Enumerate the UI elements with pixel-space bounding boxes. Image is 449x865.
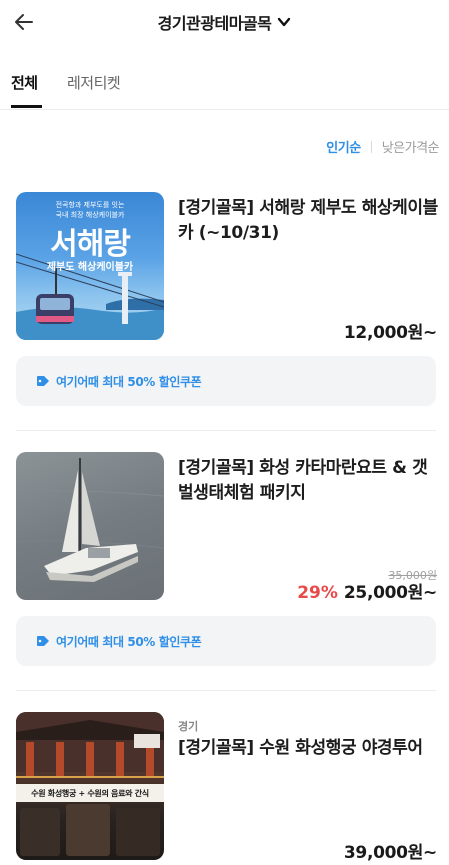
coupon-banner[interactable]: 여기어때 최대 50% 할인쿠폰 [16, 616, 436, 666]
product-price: 25,000원~ [343, 583, 437, 603]
product-title[interactable]: [경기골목] 수원 화성행궁 야경투어 [178, 736, 439, 761]
discount-rate: 29% [297, 583, 338, 603]
list-divider [16, 430, 436, 431]
region-label: 경기 [178, 720, 199, 733]
product-title[interactable]: [경기골목] 서해랑 제부도 해상케이블카 (~10/31) [178, 196, 439, 246]
list-divider [16, 690, 436, 691]
catamaran-illustration [16, 458, 164, 582]
sort-popular[interactable]: 인기순 [326, 137, 361, 156]
thumbnail-brand-text: 서해랑 [50, 227, 131, 262]
product-thumbnail[interactable] [16, 452, 164, 600]
coupon-text: 여기어때 최대 50% 할인쿠폰 [56, 374, 202, 389]
sort-divider [370, 140, 372, 153]
coupon-tag-icon [37, 636, 49, 646]
chevron-down-icon [278, 17, 291, 27]
product-price: 12,000원~ [343, 323, 437, 343]
thumbnail-banner: 수원 화성행궁 + 수원의 음료와 간식 [16, 784, 164, 802]
coupon-text: 여기어때 최대 50% 할인쿠폰 [56, 634, 202, 649]
title-dropdown[interactable]: 경기관광테마골목 [0, 10, 449, 34]
category-tabs: 전체 레저티켓 [0, 64, 449, 110]
product-title[interactable]: [경기골목] 화성 카타마란요트 & 갯벌생태체험 패키지 [178, 456, 439, 506]
price-row: 29% 25,000원~ [297, 578, 437, 603]
coupon-tag-icon [37, 376, 49, 386]
tab-all[interactable]: 전체 [11, 72, 38, 93]
sort-low-price[interactable]: 낮은가격순 [382, 137, 440, 156]
thumbnail-subtitle: 제부도 해상케이블카 [46, 262, 134, 273]
product-thumbnail[interactable]: 수원 화성행궁 + 수원의 음료와 간식 [16, 712, 164, 860]
thumbnail-tagline: 전곡항과 제부도를 잇는 국내 최장 해상케이블카 [55, 201, 125, 219]
product-price: 39,000원~ [343, 843, 437, 863]
price-row: 39,000원~ [344, 838, 437, 863]
price-row: 12,000원~ [344, 318, 437, 343]
coupon-banner[interactable]: 여기어때 최대 50% 할인쿠폰 [16, 356, 436, 406]
sort-options: 인기순 낮은가격순 [326, 137, 440, 156]
header: 경기관광테마골목 [0, 0, 449, 48]
page-title: 경기관광테마골목 [157, 14, 272, 33]
tab-leisure-ticket[interactable]: 레저티켓 [67, 72, 121, 93]
product-thumbnail[interactable]: 전곡항과 제부도를 잇는 국내 최장 해상케이블카 서해랑 제부도 해상케이블카 [16, 192, 164, 340]
active-tab-indicator [11, 105, 42, 108]
